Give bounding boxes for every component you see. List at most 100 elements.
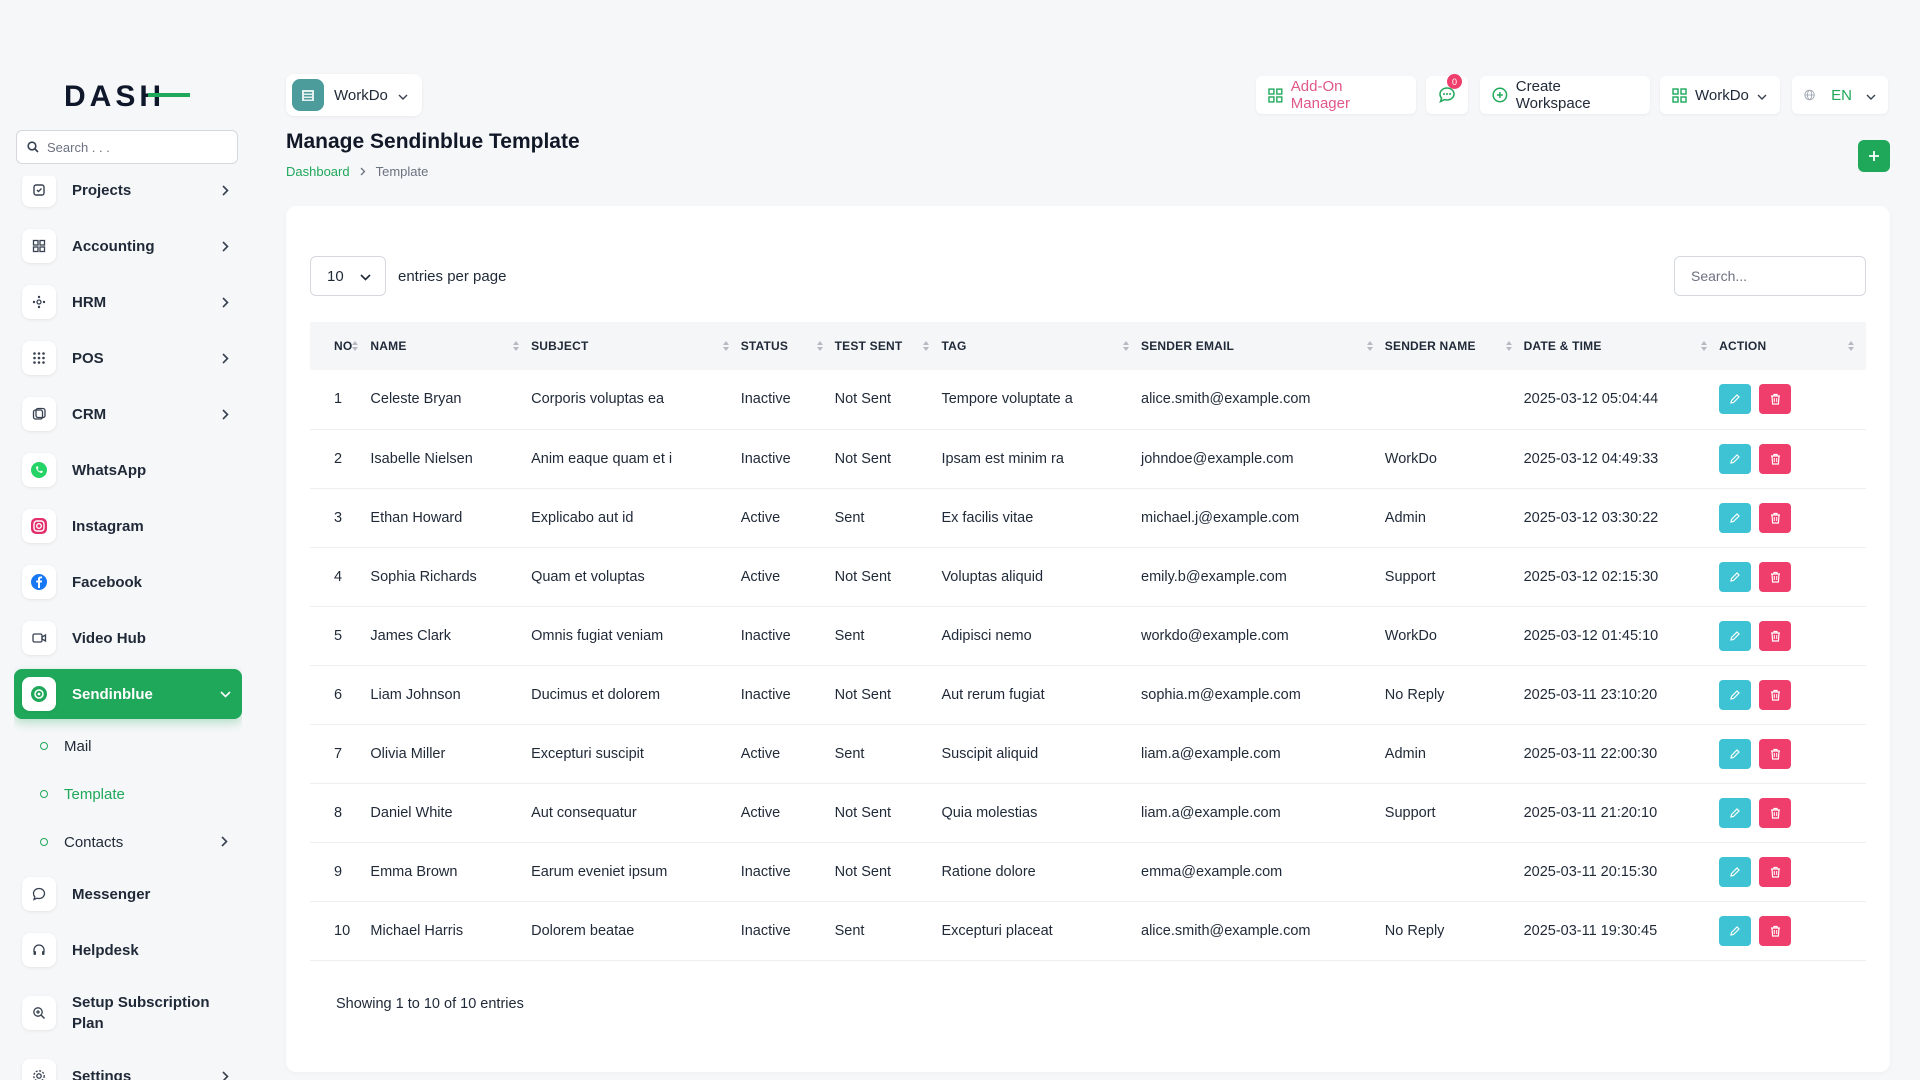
edit-button[interactable] [1719, 561, 1752, 592]
table-search-input[interactable] [1674, 256, 1866, 296]
sort-icon[interactable] [352, 341, 359, 351]
chevron-right-icon [218, 408, 232, 420]
delete-button[interactable] [1759, 561, 1792, 592]
sidebar-menu: Projects Accounting HRM POS CRM WhatsApp… [14, 176, 242, 1080]
entries-value: 10 [327, 267, 344, 285]
sidebar-subitem-mail[interactable]: Mail [14, 722, 242, 770]
column-header[interactable]: ACTION [1719, 322, 1866, 370]
edit-button[interactable] [1719, 915, 1752, 946]
sidebar-item-setup-subscription-plan[interactable]: Setup Subscription Plan [14, 978, 242, 1048]
sidebar-item-settings[interactable]: Settings [14, 1048, 242, 1080]
column-header-label: ACTION [1719, 339, 1767, 353]
workspace-switch-label: WorkDo [1695, 86, 1749, 104]
sidebar-item-pos[interactable]: POS [14, 330, 242, 386]
sidebar-item-video-hub[interactable]: Video Hub [14, 610, 242, 666]
sidebar-item-whatsapp[interactable]: WhatsApp [14, 442, 242, 498]
edit-button[interactable] [1719, 443, 1752, 474]
edit-button[interactable] [1719, 620, 1752, 651]
delete-button[interactable] [1759, 738, 1792, 769]
cell-test-sent: Not Sent [834, 686, 892, 703]
delete-button[interactable] [1759, 384, 1792, 415]
cell-test-sent: Sent [834, 509, 865, 526]
column-header[interactable]: SENDER EMAIL [1141, 322, 1385, 370]
column-header[interactable]: STATUS [741, 322, 835, 370]
sidebar-item-facebook[interactable]: Facebook [14, 554, 242, 610]
cell-subject: Earum eveniet ipsum [531, 863, 668, 880]
edit-button[interactable] [1719, 856, 1752, 887]
sort-icon[interactable] [1123, 341, 1130, 351]
sidebar-item-label: Messenger [72, 885, 151, 903]
edit-button[interactable] [1719, 384, 1752, 415]
sort-icon[interactable] [1701, 341, 1708, 351]
cell-sender-email: workdo@example.com [1141, 627, 1289, 644]
cell-no: 4 [334, 568, 343, 585]
cell-date-time: 2025-03-11 21:20:10 [1523, 804, 1658, 821]
sort-icon[interactable] [513, 341, 520, 351]
table-row: 9 Emma Brown Earum eveniet ipsum Inactive No… [310, 842, 1866, 901]
cell-sender-email: liam.a@example.com [1141, 804, 1281, 821]
sidebar-subitem-contacts[interactable]: Contacts [14, 818, 242, 866]
entries-per-page-select[interactable]: 10 [310, 256, 386, 296]
column-header[interactable]: TEST SENT [835, 322, 942, 370]
edit-button[interactable] [1719, 679, 1752, 710]
workspace-switch-button[interactable]: WorkDo [1660, 76, 1780, 114]
create-workspace-button[interactable]: Create Workspace [1480, 76, 1650, 114]
column-header-label: TAG [941, 339, 967, 353]
sidebar-item-projects[interactable]: Projects [14, 176, 242, 218]
trash-icon [1770, 630, 1780, 642]
delete-button[interactable] [1759, 679, 1792, 710]
gear-icon [22, 1059, 56, 1080]
language-selector[interactable]: EN [1792, 76, 1888, 114]
edit-button[interactable] [1719, 738, 1752, 769]
sort-icon[interactable] [923, 341, 930, 351]
workspace-icon [1672, 87, 1687, 103]
chat-button[interactable]: 0 [1426, 74, 1468, 114]
sidebar-item-instagram[interactable]: Instagram [14, 498, 242, 554]
sort-icon[interactable] [816, 341, 823, 351]
sort-icon[interactable] [1366, 341, 1373, 351]
cell-status: Inactive [740, 450, 791, 467]
delete-button[interactable] [1759, 443, 1792, 474]
sidebar-item-messenger[interactable]: Messenger [14, 866, 242, 922]
delete-button[interactable] [1759, 856, 1792, 887]
cell-tag: Voluptas aliquid [941, 568, 1044, 585]
column-header[interactable]: NO [310, 322, 370, 370]
cell-no: 9 [334, 863, 343, 880]
cell-action [1719, 547, 1866, 606]
column-header[interactable]: NAME [370, 322, 531, 370]
sort-icon[interactable] [722, 341, 729, 351]
column-header[interactable]: SENDER NAME [1385, 322, 1524, 370]
cell-action [1719, 665, 1866, 724]
sidebar-search[interactable]: Search . . . [16, 130, 238, 164]
cell-sender-name: WorkDo [1384, 450, 1437, 467]
table-row: 10 Michael Harris Dolorem beatae Inactive Se… [310, 901, 1866, 960]
sidebar-item-crm[interactable]: CRM [14, 386, 242, 442]
brand-logo[interactable]: DASH [64, 78, 190, 112]
delete-button[interactable] [1759, 915, 1792, 946]
workspace-selector[interactable]: WorkDo [286, 74, 422, 116]
column-header[interactable]: DATE & TIME [1524, 322, 1720, 370]
sort-icon[interactable] [1848, 341, 1854, 351]
column-header[interactable]: SUBJECT [531, 322, 741, 370]
addon-manager-button[interactable]: Add-On Manager [1256, 76, 1416, 114]
column-header[interactable]: TAG [941, 322, 1141, 370]
entries-label: entries per page [398, 267, 507, 285]
table-row: 1 Celeste Bryan Corporis voluptas ea Inacti… [310, 370, 1866, 429]
delete-button[interactable] [1759, 797, 1792, 828]
delete-button[interactable] [1759, 620, 1792, 651]
sort-icon[interactable] [1505, 341, 1512, 351]
add-template-button[interactable] [1858, 140, 1890, 172]
edit-button[interactable] [1719, 797, 1752, 828]
sidebar-item-accounting[interactable]: Accounting [14, 218, 242, 274]
sidebar-item-helpdesk[interactable]: Helpdesk [14, 922, 242, 978]
sidebar-item-hrm[interactable]: HRM [14, 274, 242, 330]
cell-tag: Tempore voluptate a [941, 391, 1073, 408]
breadcrumb-dashboard-link[interactable]: Dashboard [286, 164, 350, 179]
chevron-down-icon [1866, 87, 1876, 104]
cell-date-time: 2025-03-12 03:30:22 [1523, 509, 1659, 526]
delete-button[interactable] [1759, 502, 1792, 533]
cell-sender-email: johndoe@example.com [1141, 450, 1294, 467]
sidebar-item-sendinblue[interactable]: Sendinblue [14, 669, 242, 719]
edit-button[interactable] [1719, 502, 1752, 533]
sidebar-subitem-template[interactable]: Template [14, 770, 242, 818]
